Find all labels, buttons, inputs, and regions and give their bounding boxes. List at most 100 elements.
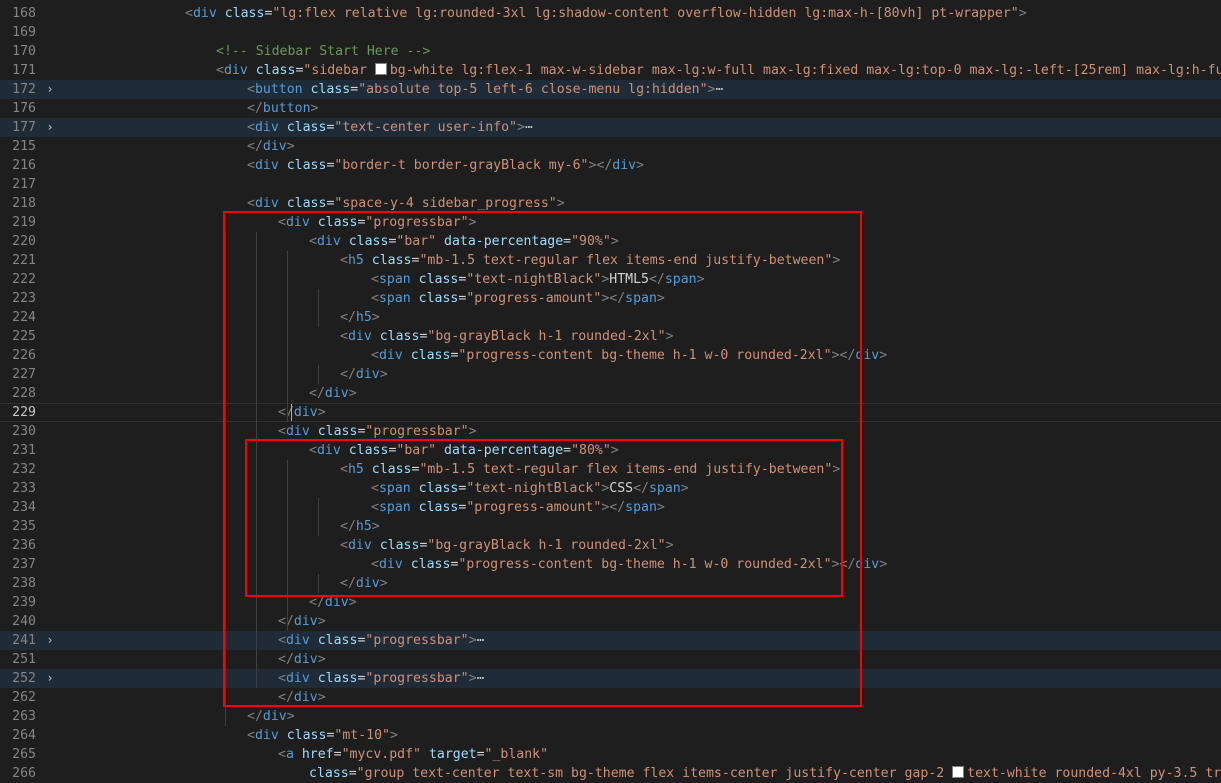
- code-content: </div>: [92, 707, 1221, 726]
- code-token: "text-center user-info": [334, 120, 518, 135]
- code-line[interactable]: 172 › <button class="absolute top-5 left-6…: [0, 80, 1221, 99]
- code-token: "mt-10": [334, 728, 390, 743]
- code-line[interactable]: 216 <div class="border-t border-grayBlack…: [0, 156, 1221, 175]
- code-content: <a href="mycv.pdf" target="_blank": [92, 745, 1221, 764]
- code-token: div: [612, 158, 637, 173]
- line-number: 263: [12, 709, 36, 724]
- code-line[interactable]: 168 <div class="lg:flex relative lg:round…: [0, 4, 1221, 23]
- line-number: 235: [12, 519, 36, 534]
- code-line[interactable]: 265 <a href="mycv.pdf" target="_blank": [0, 745, 1221, 764]
- code-token: "mycv.pdf": [341, 747, 421, 762]
- line-number: 172: [12, 82, 36, 97]
- code-content: <div class="border-t border-grayBlack my…: [92, 156, 1221, 175]
- code-token: <: [247, 82, 255, 97]
- code-token: >: [636, 158, 645, 173]
- code-token: class: [286, 120, 327, 135]
- code-token: <: [185, 6, 193, 21]
- code-token: ></: [588, 158, 613, 173]
- fold-chevron-icon[interactable]: ›: [44, 631, 56, 650]
- line-number: 262: [12, 690, 36, 705]
- line-number: 264: [12, 728, 36, 743]
- code-content: <button class="absolute top-5 left-6 clo…: [92, 80, 1221, 99]
- code-content: <div class="lg:flex relative lg:rounded-…: [92, 4, 1221, 23]
- line-number: 225: [12, 329, 36, 344]
- color-swatch-icon[interactable]: [952, 766, 965, 778]
- line-number: 215: [12, 139, 36, 154]
- code-token: <: [247, 728, 255, 743]
- code-token: <: [247, 196, 255, 211]
- code-token: "group text-center text-sm bg-theme flex…: [356, 766, 953, 781]
- code-token: div: [254, 728, 279, 743]
- line-number: 251: [12, 652, 36, 667]
- code-token: >: [286, 139, 295, 154]
- fold-chevron-icon[interactable]: ›: [44, 118, 56, 137]
- line-number: 219: [12, 215, 36, 230]
- code-token: >: [389, 728, 398, 743]
- code-token: "absolute top-5 left-6 close-menu lg:hid…: [358, 82, 708, 97]
- folded-ellipsis-icon[interactable]: ⋯: [716, 82, 724, 97]
- code-token: <: [278, 747, 286, 762]
- code-token: <!-- Sidebar Start Here -->: [216, 44, 431, 59]
- code-token: <: [216, 63, 224, 78]
- fold-chevron-icon[interactable]: ›: [44, 80, 56, 99]
- code-token: class: [309, 766, 349, 781]
- code-token: </: [247, 709, 263, 724]
- code-line[interactable]: 264 <div class="mt-10">: [0, 726, 1221, 745]
- line-number: 230: [12, 424, 36, 439]
- code-line[interactable]: 177 › <div class="text-center user-info">⋯: [0, 118, 1221, 137]
- line-number: 231: [12, 443, 36, 458]
- code-token: >: [310, 101, 319, 116]
- code-token: a: [285, 747, 294, 762]
- code-line[interactable]: 171 <div class="sidebar bg-white lg:flex-…: [0, 61, 1221, 80]
- code-token: div: [192, 6, 217, 21]
- code-editor[interactable]: 168 <div class="lg:flex relative lg:round…: [0, 4, 1221, 782]
- code-content: [92, 23, 1221, 42]
- code-line[interactable]: 169: [0, 23, 1221, 42]
- code-content: </button>: [92, 99, 1221, 118]
- code-token: class: [286, 158, 327, 173]
- code-token: <: [247, 120, 255, 135]
- code-token: >: [286, 709, 295, 724]
- color-swatch-icon[interactable]: [374, 63, 387, 75]
- code-content: [92, 175, 1221, 194]
- line-number: 237: [12, 557, 36, 572]
- code-token: class: [286, 728, 327, 743]
- line-number: 239: [12, 595, 36, 610]
- line-number: 266: [12, 766, 36, 781]
- line-number: 217: [12, 177, 36, 192]
- code-line[interactable]: 170 <!-- Sidebar Start Here -->: [0, 42, 1221, 61]
- line-number: 222: [12, 272, 36, 287]
- code-token: "space-y-4 sidebar_progress": [334, 196, 557, 211]
- code-content: <div class="mt-10">: [92, 726, 1221, 745]
- code-token: "sidebar: [303, 63, 375, 78]
- code-token: <: [247, 158, 255, 173]
- code-token: </: [247, 139, 263, 154]
- code-content: <div class="sidebar bg-white lg:flex-1 m…: [92, 61, 1221, 80]
- folded-ellipsis-icon[interactable]: ⋯: [525, 120, 533, 135]
- fold-chevron-icon[interactable]: ›: [44, 669, 56, 688]
- code-line[interactable]: 263 </div>: [0, 707, 1221, 726]
- code-content: class="group text-center text-sm bg-them…: [92, 764, 1221, 783]
- code-token: div: [262, 139, 287, 154]
- code-token: =: [350, 82, 359, 97]
- line-number: 240: [12, 614, 36, 629]
- code-line[interactable]: 176 </button>: [0, 99, 1221, 118]
- line-number: 168: [12, 6, 36, 21]
- code-token: "lg:flex relative lg:rounded-3xl lg:shad…: [272, 6, 1019, 21]
- line-number: 169: [12, 25, 36, 40]
- code-line[interactable]: 215 </div>: [0, 137, 1221, 156]
- code-token: class: [286, 196, 327, 211]
- line-number: 233: [12, 481, 36, 496]
- code-token: >: [879, 348, 888, 363]
- code-line[interactable]: 266 class="group text-center text-sm bg-t…: [0, 764, 1221, 783]
- code-line[interactable]: 217: [0, 175, 1221, 194]
- line-number: 223: [12, 291, 36, 306]
- line-number: 238: [12, 576, 36, 591]
- code-token: =: [333, 747, 342, 762]
- code-token: div: [223, 63, 248, 78]
- code-token: div: [254, 196, 279, 211]
